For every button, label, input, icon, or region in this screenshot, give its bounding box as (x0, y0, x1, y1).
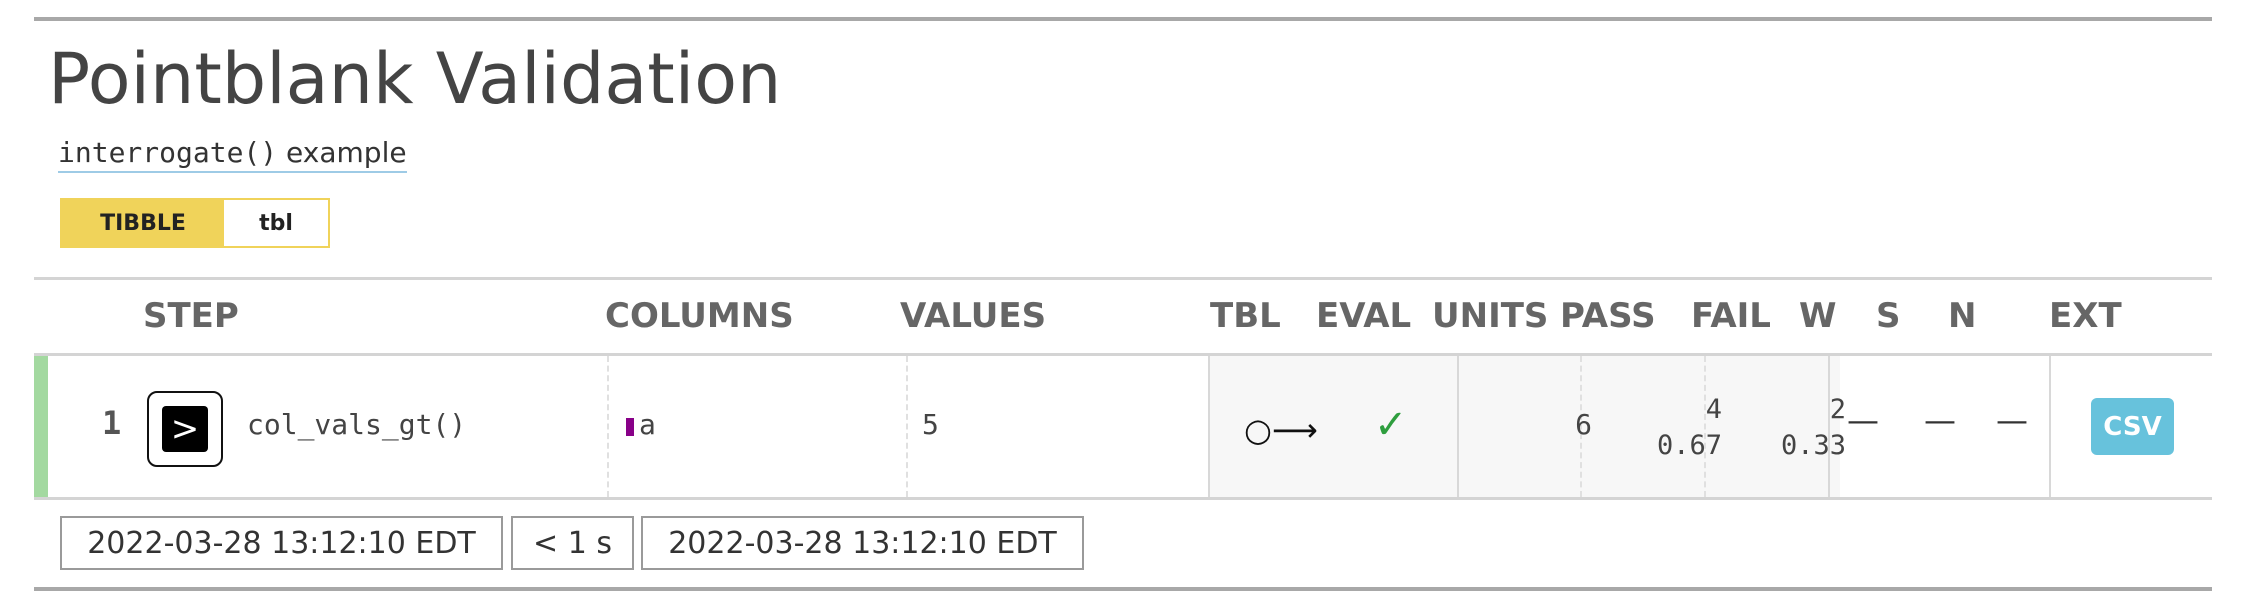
col-divider (1457, 356, 1459, 497)
col-header-ext: EXT (2049, 296, 2122, 336)
col-divider (1828, 356, 1830, 497)
step-status-bar (34, 356, 48, 497)
page-title: Pointblank Validation (48, 38, 782, 120)
duration: < 1 s (511, 516, 634, 570)
pass-count: 4 (1705, 394, 1722, 425)
col-divider (1704, 356, 1706, 497)
col-header-fail: FAIL (1691, 296, 1771, 336)
table-name-label: tbl (224, 200, 328, 246)
table-kind-label: TIBBLE (62, 200, 224, 246)
notify-cell: — (1996, 401, 2028, 439)
col-header-values: VALUES (900, 296, 1047, 336)
col-header-s: S (1876, 296, 1901, 336)
pass-fraction: 0.67 (1656, 430, 1722, 461)
col-header-step: STEP (143, 296, 239, 336)
col-header-eval: EVAL (1316, 296, 1412, 336)
col-divider (607, 356, 609, 497)
subtitle-code: interrogate() (58, 136, 278, 169)
header-top-rule (34, 277, 2212, 280)
col-header-n: N (1948, 296, 1977, 336)
step-function-name: col_vals_gt() (247, 408, 467, 441)
fail-fraction: 0.33 (1780, 430, 1846, 461)
report-subtitle: interrogate() example (58, 136, 407, 173)
column-name: a (639, 408, 656, 441)
step-number: 1 (102, 404, 122, 442)
col-divider (2049, 356, 2051, 497)
fail-count: 2 (1829, 394, 1846, 425)
bottom-rule (34, 587, 2212, 591)
step-function-icon[interactable]: > (147, 391, 223, 467)
value-cell: 5 (922, 408, 939, 441)
table-row: 1 > col_vals_gt() a 5 ○⟶ ✓ 6 4 0.67 2 0.… (34, 356, 2212, 497)
subtitle-text: example (277, 136, 407, 169)
checkmark-icon: ✓ (1374, 402, 1408, 448)
column-type-chip (626, 418, 634, 436)
stop-cell: — (1924, 401, 1956, 439)
col-header-columns: COLUMNS (605, 296, 794, 336)
col-divider (906, 356, 908, 497)
table-unchanged-arrow-icon[interactable]: ○⟶ (1244, 411, 1318, 449)
top-rule (34, 17, 2212, 21)
col-header-w: W (1799, 296, 1837, 336)
warn-cell: — (1847, 401, 1879, 439)
row-bottom-rule (34, 497, 2212, 500)
col-header-units: UNITS (1432, 296, 1549, 336)
col-divider (1208, 356, 1210, 497)
csv-download-button[interactable]: CSV (2091, 398, 2174, 455)
col-header-pass: PASS (1560, 296, 1656, 336)
end-time: 2022-03-28 13:12:10 EDT (641, 516, 1084, 570)
table-type-badge: TIBBLE tbl (60, 198, 330, 248)
start-time: 2022-03-28 13:12:10 EDT (60, 516, 503, 570)
col-header-tbl: TBL (1210, 296, 1281, 336)
units-cell: 6 (1575, 408, 1592, 441)
